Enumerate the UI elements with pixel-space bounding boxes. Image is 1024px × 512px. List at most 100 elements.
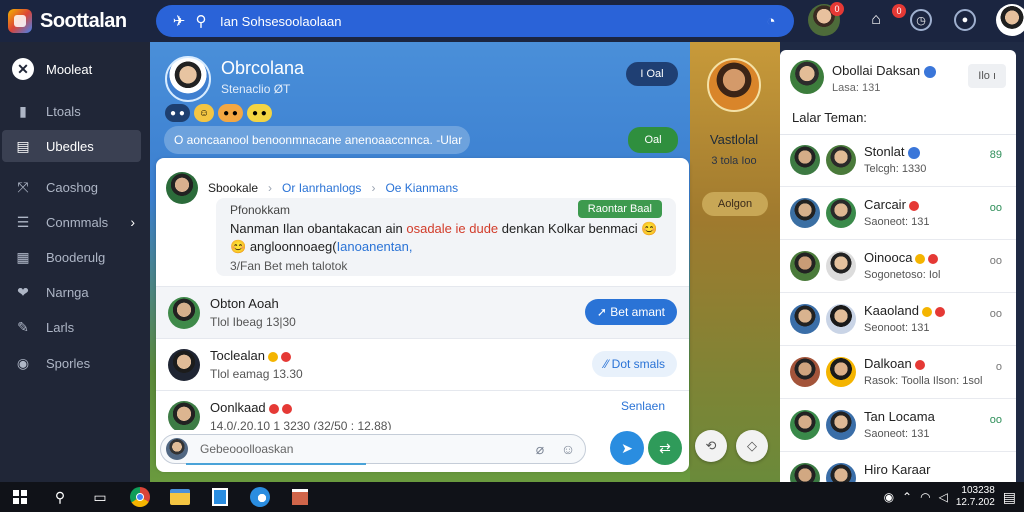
wifi-icon[interactable]: ◠	[920, 490, 930, 504]
list-item[interactable]: Toclealan Tlol eamag 13.30 ⁄⁄ Dot smals	[156, 338, 689, 390]
clock-icon[interactable]: ◷	[910, 9, 932, 31]
diamond-icon[interactable]: ◇	[736, 430, 768, 462]
post-tag[interactable]: Raontar Baal	[577, 200, 662, 218]
list-item-button[interactable]: Senlaen	[609, 393, 677, 419]
user-avatar[interactable]	[996, 4, 1024, 36]
list-item-avatar	[168, 297, 200, 329]
list-item-button[interactable]: ➚ Bet amant	[584, 299, 677, 325]
profile-name: Obrcolana	[221, 58, 305, 78]
friend-action[interactable]: 89	[990, 149, 1002, 161]
profile-header: Obrcolana Stenaclio ØT	[165, 56, 304, 102]
list-item-avatar	[168, 401, 200, 433]
sidebar-item-conmmals[interactable]: ☰ Conmmals ›	[2, 206, 141, 238]
breadcrumb-link-2[interactable]: Oe Kianmans	[385, 181, 458, 195]
search-icon: ⚲	[195, 13, 207, 30]
task-view-icon[interactable]: ▭	[80, 482, 120, 512]
sidebar-item-sporles[interactable]: ◉ Sporles	[2, 347, 141, 379]
panel-avatar[interactable]	[790, 60, 824, 94]
share-button[interactable]: ⇄	[648, 431, 682, 465]
story-chip[interactable]: Aolgon	[702, 192, 768, 216]
author-avatar[interactable]	[166, 172, 198, 204]
search-icon[interactable]: ⚲	[40, 482, 80, 512]
name-text: Carcair	[864, 197, 906, 212]
story-card[interactable]: Vastlolal 3 tola Ioo	[698, 58, 770, 208]
friend-item[interactable]: Oinooca Sogonetoso: Iol oo	[780, 241, 1016, 293]
status-dot-icon	[934, 306, 945, 317]
avatar-chip[interactable]: ● ●	[165, 104, 190, 122]
notes-app-icon[interactable]	[200, 482, 240, 512]
list-item-button[interactable]: ⁄⁄ Dot smals	[592, 351, 677, 377]
send-button[interactable]: ➤	[610, 431, 644, 465]
post-author[interactable]: Sbookale	[208, 181, 258, 195]
status-dot-icon	[914, 359, 925, 370]
notifications-avatar[interactable]: 0	[808, 2, 844, 36]
friend-item[interactable]: Carcair Saoneot: 131 oo	[780, 188, 1016, 240]
name-text: Dalkoan	[864, 356, 912, 371]
friend-item[interactable]: Hiro Karaar	[780, 453, 1016, 482]
list-icon: ☰	[16, 213, 30, 230]
people-icon[interactable]: ⌂ 0	[860, 4, 906, 36]
friend-item[interactable]: Tan Locama Saoneot: 131 oo	[780, 400, 1016, 452]
start-button[interactable]	[0, 482, 40, 512]
file-explorer-icon[interactable]	[160, 482, 200, 512]
list-item-sub: Tlol Ibeag 13|30	[210, 315, 296, 329]
store-icon[interactable]	[280, 482, 320, 512]
sidebar-item-booderulg[interactable]: ▦ Booderulg	[2, 241, 141, 273]
friend-name: Hiro Karaar	[864, 462, 931, 477]
list-item[interactable]: Obton Aoah Tlol Ibeag 13|30 ➚ Bet amant	[156, 286, 689, 338]
panel-subtitle: Lasa: 131	[832, 82, 881, 94]
brand[interactable]: Soottalan	[0, 9, 150, 33]
sidebar-item-home[interactable]: ✕ Mooleat	[2, 53, 141, 85]
chat-bubble-icon[interactable]: ◔	[760, 13, 782, 30]
pin-icon[interactable]: ✈	[168, 12, 190, 30]
laugh-emoji-icon[interactable]: ● ●	[246, 104, 272, 122]
post-text: angloonnoaeg(	[249, 239, 337, 254]
friend-avatar	[826, 145, 856, 175]
post-link[interactable]: Ianoanentan,	[337, 239, 413, 254]
chrome-icon[interactable]	[120, 482, 160, 512]
sidebar-item-ubedles[interactable]: ▤ Ubedles	[2, 130, 141, 162]
smile-emoji-icon[interactable]: ☺	[193, 104, 215, 122]
friend-action[interactable]: oo	[990, 255, 1002, 267]
sync-icon[interactable]: ⟲	[695, 430, 727, 462]
volume-icon[interactable]: ◁	[939, 490, 948, 504]
sidebar-item-caoshog[interactable]: ⤧ Caoshog	[2, 171, 141, 203]
clock[interactable]: 103238 12.7.202	[956, 485, 995, 509]
status-dot-icon	[915, 253, 926, 264]
message-pill[interactable]: Oal	[628, 127, 678, 153]
chevron-up-icon[interactable]: ⌃	[902, 490, 912, 504]
attach-icon[interactable]: ⌀	[529, 438, 551, 460]
follow-pill[interactable]: I Oal	[626, 62, 678, 86]
sidebar-item-label: Booderulg	[46, 249, 106, 265]
settings-icon[interactable]: ●	[954, 9, 976, 31]
friend-sub: Sogonetoso: Iol	[864, 269, 941, 281]
friend-action[interactable]: oo	[990, 308, 1002, 320]
list-item-name: Toclealan	[210, 348, 291, 363]
sidebar-item-ltoals[interactable]: ▮ Ltoals	[2, 95, 141, 127]
post-meta: 3/Fan Bet meh talotok	[230, 259, 348, 273]
emoji-pair-icon[interactable]: ● ●	[218, 104, 243, 122]
friend-item[interactable]: Kaaoland Seonoot: 131 oo	[780, 294, 1016, 346]
notifications-icon[interactable]: ▤	[1003, 489, 1016, 506]
panel-header-button[interactable]: Ilo ı	[968, 64, 1006, 88]
search-bar[interactable]: ✈ ⚲ Ian Sohsesoolaolaan ◔	[156, 5, 794, 37]
sidebar-item-narnga[interactable]: ❤ Narnga	[2, 276, 141, 308]
name-text: Toclealan	[210, 348, 265, 363]
friend-action[interactable]: oo	[990, 414, 1002, 426]
friend-item[interactable]: Dalkoan Rasok: Toolla Ilson: 1sol o	[780, 347, 1016, 399]
search-input[interactable]: Ian Sohsesoolaolaan	[220, 14, 760, 29]
friend-action[interactable]: oo	[990, 202, 1002, 214]
friend-item[interactable]: Stonlat Telcgh: 1330 89	[780, 135, 1016, 187]
profile-avatar[interactable]	[165, 56, 211, 102]
post-text-line-1: Nanman Ilan obantakacan ain osadale ie d…	[230, 221, 662, 237]
breadcrumb-link-1[interactable]: Or Ianrhanlogs	[282, 181, 361, 195]
sidebar-item-larls[interactable]: ✎ Larls	[2, 311, 141, 343]
emoji-icon[interactable]: ☺	[557, 438, 579, 460]
comment-input[interactable]: Gebeooolloaskan ⌀ ☺	[160, 434, 586, 464]
smile-emoji-icon: 😊	[641, 221, 658, 236]
eye-icon[interactable]: ◉	[884, 490, 894, 504]
friend-avatar	[790, 463, 820, 482]
friend-name: Kaaoland	[864, 303, 945, 318]
edge-icon[interactable]	[240, 482, 280, 512]
friend-action[interactable]: o	[996, 361, 1002, 373]
